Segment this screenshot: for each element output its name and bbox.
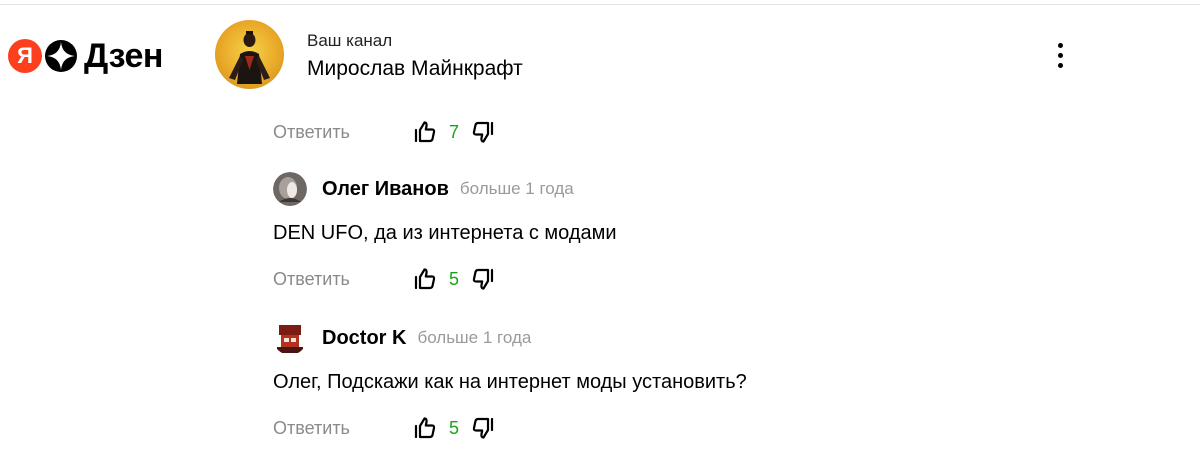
avatar[interactable] xyxy=(273,321,307,355)
thumbs-up-icon xyxy=(414,268,436,290)
thumbs-down-icon xyxy=(472,268,494,290)
comment-time: больше 1 года xyxy=(459,179,574,198)
like-button[interactable] xyxy=(413,267,437,291)
like-button[interactable] xyxy=(413,416,437,440)
thumbs-down-icon xyxy=(472,121,494,143)
dislike-button[interactable] xyxy=(471,416,495,440)
channel-name[interactable]: Мирослав Майнкрафт xyxy=(307,57,523,81)
yandex-logo-icon: Я xyxy=(8,39,42,73)
top-divider xyxy=(0,4,1200,5)
like-count: 7 xyxy=(448,121,459,142)
channel-caption: Ваш канал xyxy=(307,31,393,50)
reply-button[interactable]: Ответить xyxy=(273,269,413,290)
comment-actions: Ответить 5 xyxy=(273,265,495,293)
like-count: 5 xyxy=(448,268,459,289)
dzen-wordmark: Дзен xyxy=(84,37,163,75)
comment-time: больше 1 года xyxy=(417,328,532,347)
more-options-button[interactable] xyxy=(1048,38,1072,72)
comment-author[interactable]: Олег Иванов xyxy=(322,178,449,201)
comment-text: DEN UFO, да из интернета с модами xyxy=(273,222,617,244)
dzen-logo[interactable]: Я Дзен xyxy=(8,38,163,74)
comment-header: Олег Иванов больше 1 года xyxy=(273,172,574,206)
comment-actions: Ответить 5 xyxy=(273,414,495,442)
dzen-star-icon xyxy=(44,39,78,73)
thumbs-up-icon xyxy=(414,417,436,439)
reply-button[interactable]: Ответить xyxy=(273,122,413,143)
reply-button[interactable]: Ответить xyxy=(273,418,413,439)
dislike-button[interactable] xyxy=(471,120,495,144)
channel-avatar[interactable] xyxy=(215,20,284,89)
thumbs-up-icon xyxy=(414,121,436,143)
comment-text: Олег, Подскажи как на интернет моды уста… xyxy=(273,371,747,393)
comment-author[interactable]: Doctor K xyxy=(322,327,406,350)
like-button[interactable] xyxy=(413,120,437,144)
comment-header: Doctor K больше 1 года xyxy=(273,321,531,355)
comments-page: Я Дзен Ваш канал Мирослав Майнкрафт Отве… xyxy=(0,0,1200,455)
comment-actions-root: Ответить 7 xyxy=(273,118,495,146)
like-count: 5 xyxy=(448,417,459,438)
dislike-button[interactable] xyxy=(471,267,495,291)
avatar[interactable] xyxy=(273,172,307,206)
more-vertical-icon xyxy=(1057,42,1063,48)
thumbs-down-icon xyxy=(472,417,494,439)
